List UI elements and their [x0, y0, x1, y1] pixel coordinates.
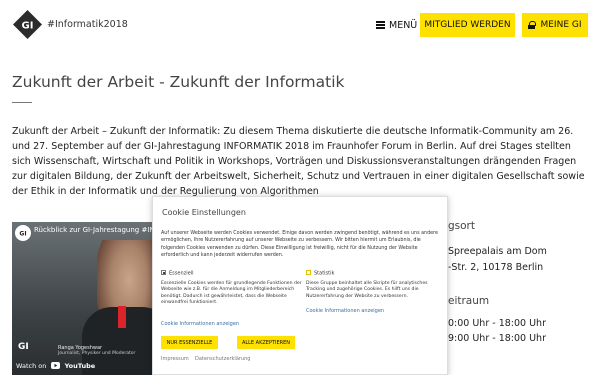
- only-essential-label: NUR ESSENZIELLE: [166, 339, 213, 346]
- essential-description: Essenzielle Cookies werden für grundlege…: [161, 281, 302, 305]
- my-gi-button[interactable]: MEINE GI: [522, 13, 588, 37]
- youtube-label: YouTube: [64, 362, 96, 370]
- statistics-checkbox[interactable]: [306, 270, 311, 275]
- channel-logo-icon: GI: [15, 225, 31, 241]
- gi-logo[interactable]: GI: [13, 10, 42, 39]
- site-header: GI #Informatik2018 MENÜ MITGLIED WERDEN …: [0, 0, 600, 52]
- watch-on-label: Watch on: [16, 362, 47, 370]
- mygi-label: MEINE GI: [540, 20, 582, 30]
- video-brand: GI: [18, 342, 29, 352]
- svg-text:GI: GI: [22, 21, 34, 32]
- essential-checkbox[interactable]: [161, 270, 166, 275]
- watch-on-youtube-link[interactable]: Watch on YouTube: [16, 362, 95, 370]
- speaker-role: Journalist, Physiker und Moderator: [58, 351, 136, 356]
- statistics-label: Statistik: [314, 270, 335, 277]
- essential-label: Essenziell: [169, 270, 194, 277]
- join-member-button[interactable]: MITGLIED WERDEN: [420, 13, 515, 37]
- cookie-title: Cookie Einstellungen: [162, 208, 246, 217]
- cookie-description: Auf unserer Webseite werden Cookies verw…: [161, 231, 438, 258]
- only-essential-button[interactable]: NUR ESSENZIELLE: [161, 336, 218, 349]
- speaker-tie: [118, 306, 126, 328]
- page-title: Zukunft der Arbeit - Zukunft der Informa…: [12, 73, 345, 91]
- essential-option[interactable]: Essenziell: [161, 270, 193, 277]
- join-label: MITGLIED WERDEN: [424, 20, 511, 30]
- time-line-2: 9:00 Uhr - 18:00 Uhr: [448, 333, 546, 344]
- lock-icon: [528, 21, 537, 29]
- hamburger-icon: [376, 21, 385, 29]
- svg-text:GI: GI: [19, 231, 26, 238]
- statistics-option[interactable]: Statistik: [306, 270, 334, 277]
- statistics-description: Diese Gruppe beinhaltet alle Skripte für…: [306, 281, 428, 299]
- time-line-1: 0:00 Uhr - 18:00 Uhr: [448, 318, 546, 329]
- venue-line-2: -Str. 2, 10178 Berlin: [448, 262, 544, 273]
- youtube-icon: [51, 362, 61, 369]
- time-heading: eitraum: [448, 295, 490, 307]
- video-title[interactable]: Rückblick zur GI-Jahrestagung #IN: [34, 226, 155, 234]
- header-tagline: #Informatik2018: [47, 19, 128, 30]
- essential-info-link[interactable]: Cookie Informationen anzeigen: [161, 321, 239, 327]
- menu-button[interactable]: MENÜ: [376, 18, 417, 32]
- imprint-link[interactable]: Impressum: [161, 356, 189, 362]
- privacy-link[interactable]: Datenschutzerklärung: [195, 356, 250, 362]
- venue-heading: gsort: [448, 220, 475, 232]
- title-divider: [12, 102, 32, 103]
- venue-line-1: Spreepalais am Dom: [448, 246, 547, 257]
- video-embed[interactable]: GI Rückblick zur GI-Jahrestagung #IN GI …: [12, 222, 172, 375]
- accept-all-label: ALLE AKZEPTIEREN: [241, 339, 291, 346]
- statistics-info-link[interactable]: Cookie Informationen anzeigen: [306, 308, 384, 314]
- intro-paragraph: Zukunft der Arbeit – Zukunft der Informa…: [12, 126, 585, 197]
- menu-label: MENÜ: [389, 19, 418, 31]
- cookie-dialog: Cookie Einstellungen Auf unserer Webseit…: [152, 196, 448, 375]
- accept-all-button[interactable]: ALLE AKZEPTIEREN: [237, 336, 295, 349]
